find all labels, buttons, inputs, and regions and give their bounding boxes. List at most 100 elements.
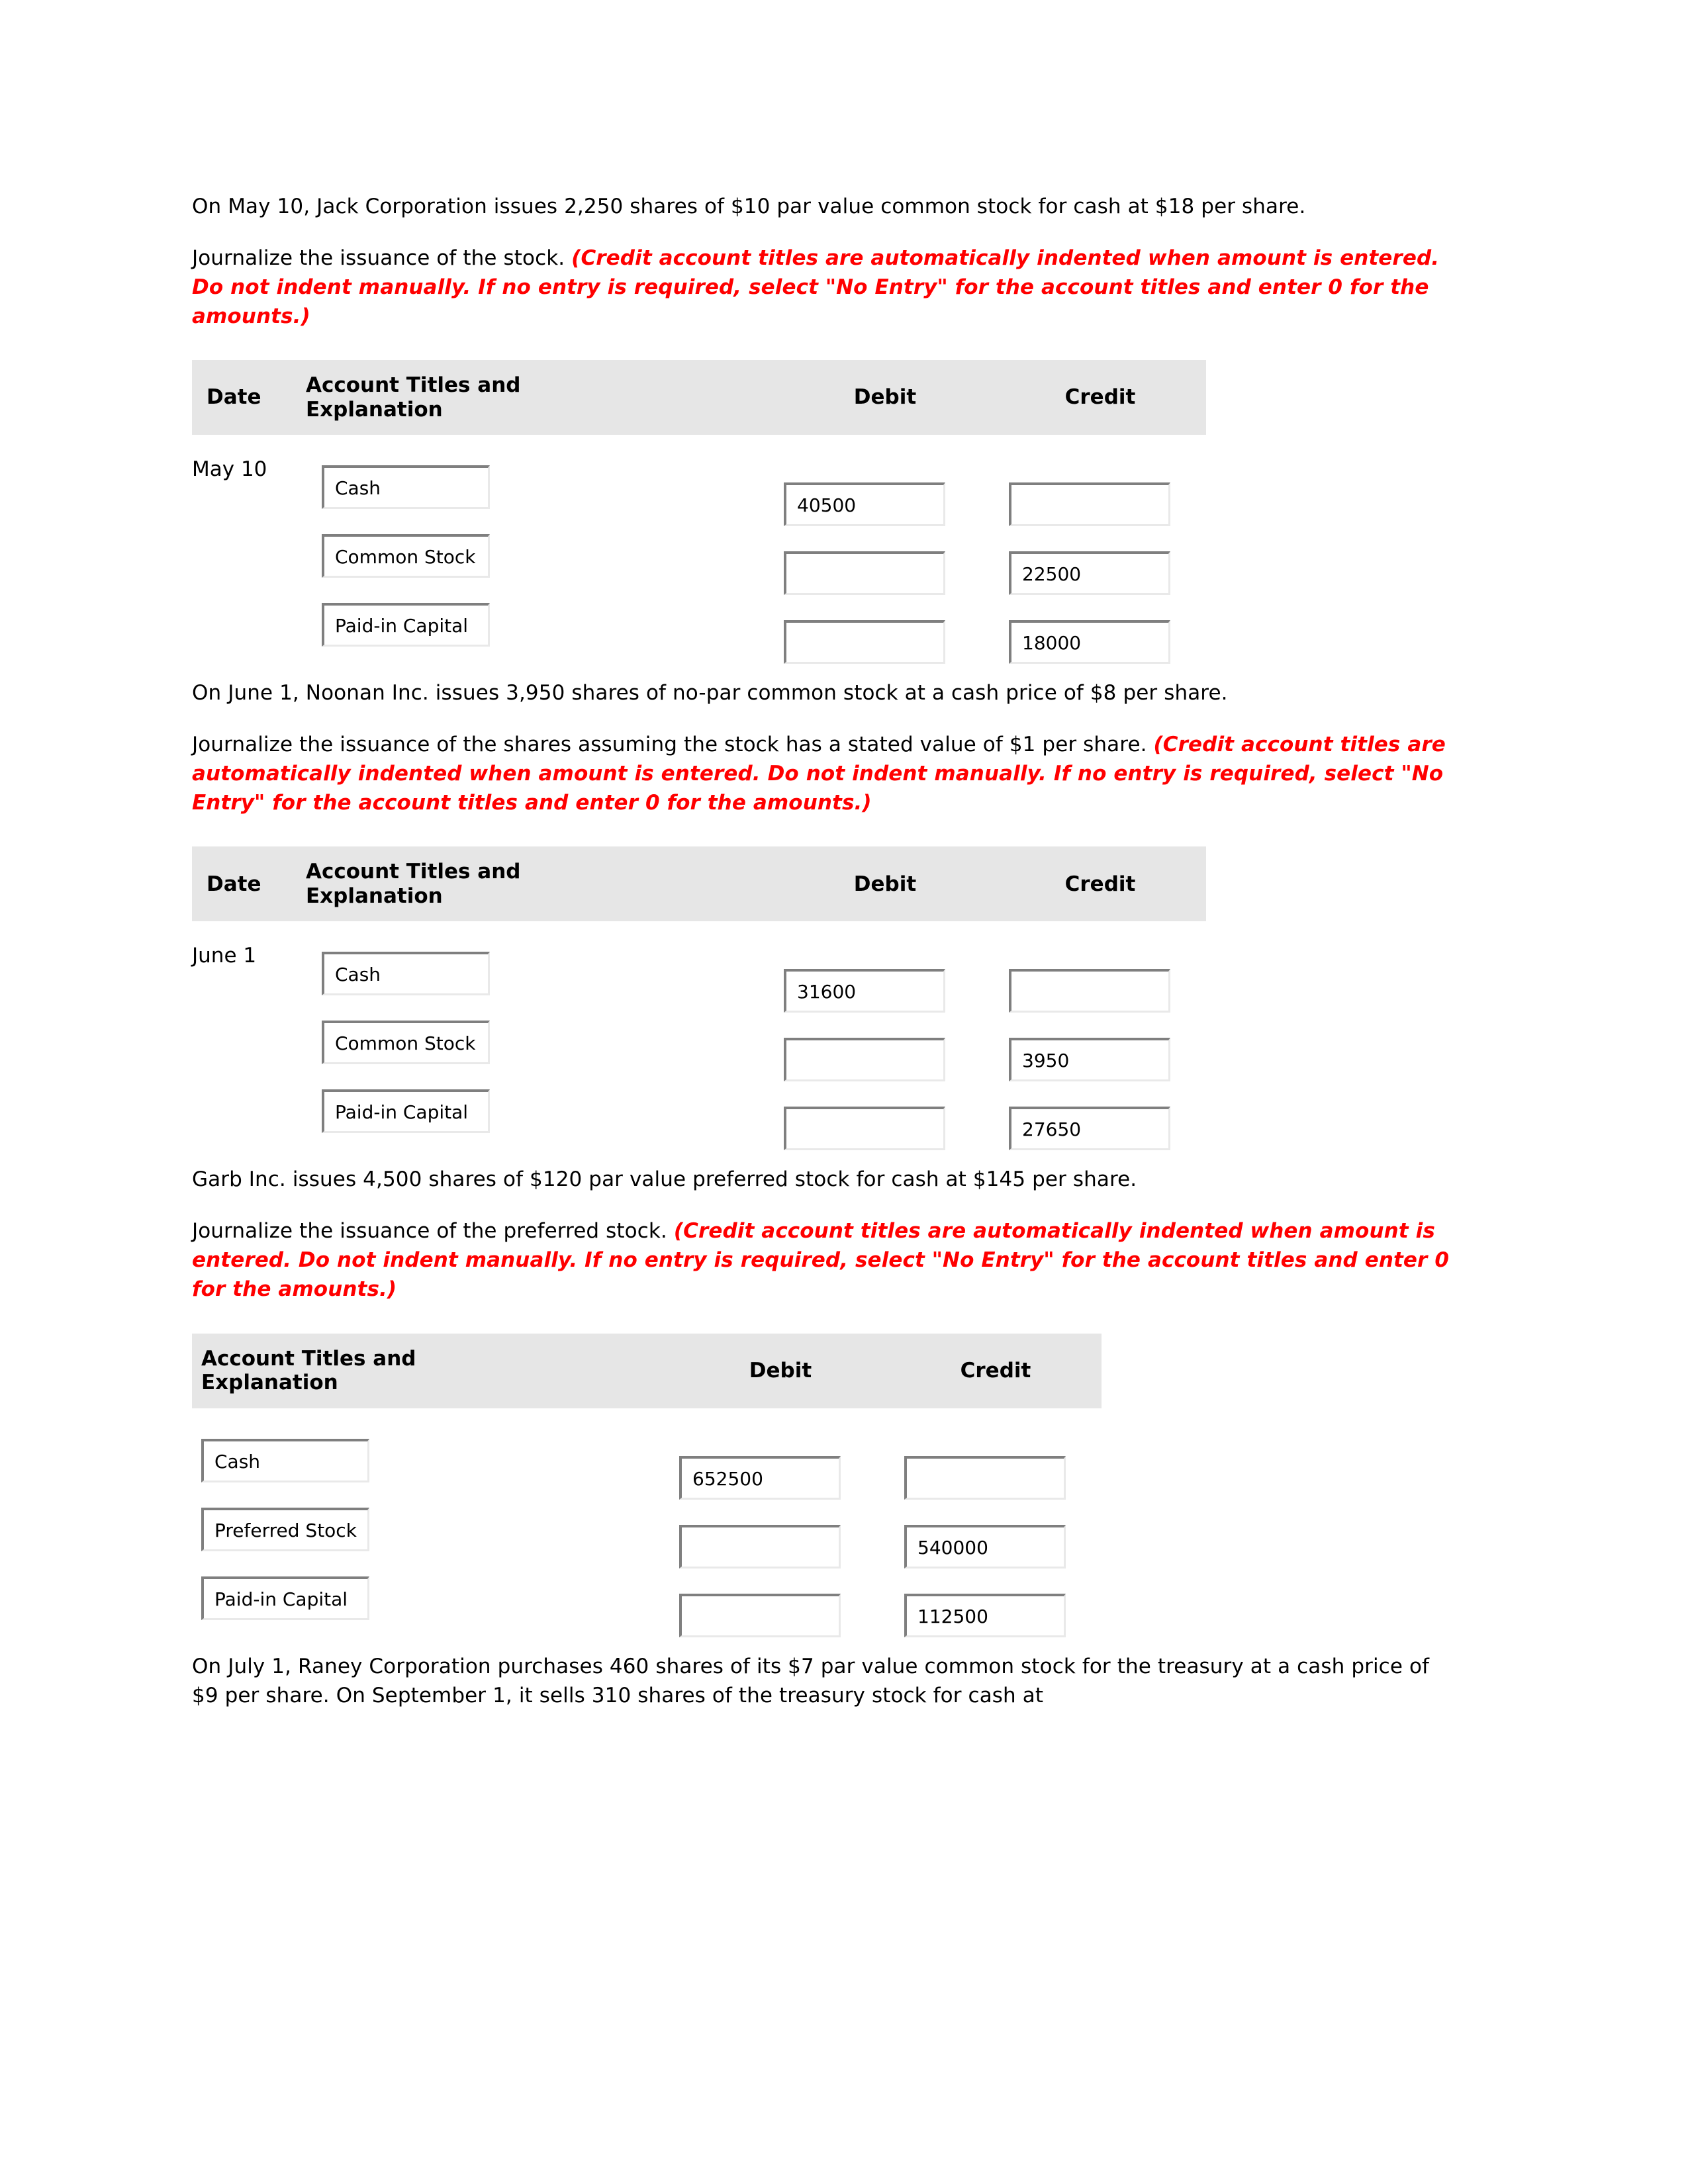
- account-title-select[interactable]: Cash: [322, 952, 490, 996]
- row-gap-cell: [604, 1081, 776, 1150]
- column-header-account: Account Titles and Explanation: [306, 360, 604, 435]
- row-account-cell: Common Stock: [306, 526, 604, 595]
- row-gap-cell: [604, 595, 776, 664]
- account-title-select[interactable]: Preferred Stock: [201, 1507, 369, 1551]
- journal-table-1: Date Account Titles and Explanation Debi…: [192, 360, 1206, 664]
- credit-input[interactable]: 3950: [1009, 1038, 1170, 1082]
- row-debit-cell: 31600: [776, 944, 994, 1013]
- spacer-row: [192, 921, 1206, 944]
- journal-table-3-body: Cash 652500 Preferred Stock 540000 Paid-…: [192, 1408, 1102, 1637]
- debit-input[interactable]: [784, 620, 945, 664]
- row-debit-cell: [776, 1013, 994, 1082]
- header-row: Date Account Titles and Explanation Debi…: [192, 360, 1206, 435]
- table-row: Common Stock 3950: [192, 1013, 1206, 1082]
- journal-table-3: Account Titles and Explanation Debit Cre…: [192, 1333, 1102, 1637]
- column-header-debit: Debit: [776, 360, 994, 435]
- row-account-cell: Cash: [306, 457, 604, 526]
- credit-input[interactable]: 112500: [904, 1593, 1066, 1637]
- credit-input[interactable]: [1009, 969, 1170, 1013]
- row-date: [192, 526, 306, 595]
- row-credit-cell: 18000: [994, 595, 1206, 664]
- table-row: June 1 Cash 31600: [192, 944, 1206, 1013]
- problem-2-instruction: Journalize the issuance of the shares as…: [192, 730, 1450, 817]
- row-gap-cell: [604, 526, 776, 595]
- table-row: Common Stock 22500: [192, 526, 1206, 596]
- column-header-date: Date: [192, 846, 306, 922]
- debit-input[interactable]: [784, 551, 945, 596]
- column-header-gap: [604, 846, 776, 922]
- journal-table-2-header: Date Account Titles and Explanation Debi…: [192, 846, 1206, 922]
- column-header-date: Date: [192, 360, 306, 435]
- row-debit-cell: [776, 595, 994, 664]
- row-gap-cell: [604, 1013, 776, 1081]
- problem-1-prompt: On May 10, Jack Corporation issues 2,250…: [192, 195, 1306, 218]
- row-account-cell: Paid-in Capital: [192, 1569, 499, 1637]
- row-date: [192, 1013, 306, 1081]
- column-header-debit: Debit: [671, 1333, 890, 1408]
- row-credit-cell: 3950: [994, 1013, 1206, 1082]
- footer-prompt: On July 1, Raney Corporation purchases 4…: [192, 1654, 1430, 1707]
- header-row: Account Titles and Explanation Debit Cre…: [192, 1333, 1102, 1408]
- column-header-gap: [499, 1333, 671, 1408]
- debit-input[interactable]: 40500: [784, 482, 945, 527]
- row-gap-cell: [604, 944, 776, 1013]
- column-header-gap: [604, 360, 776, 435]
- account-title-select[interactable]: Cash: [201, 1438, 369, 1482]
- account-title-select[interactable]: Paid-in Capital: [201, 1576, 369, 1620]
- credit-input[interactable]: [904, 1455, 1066, 1500]
- account-title-select[interactable]: Common Stock: [322, 534, 490, 578]
- row-account-cell: Paid-in Capital: [306, 1081, 604, 1150]
- table-row: Paid-in Capital 27650: [192, 1081, 1206, 1151]
- row-gap-cell: [604, 457, 776, 526]
- journal-table-1-body: May 10 Cash 40500 Common Stock 22500 Pai…: [192, 435, 1206, 664]
- header-row: Date Account Titles and Explanation Debi…: [192, 846, 1206, 922]
- debit-input[interactable]: [679, 1524, 841, 1569]
- debit-input[interactable]: 652500: [679, 1455, 841, 1500]
- row-debit-cell: [776, 1081, 994, 1151]
- spacer-row: [192, 1408, 1102, 1431]
- row-date: [192, 1081, 306, 1150]
- problem-3-prompt: Garb Inc. issues 4,500 shares of $120 pa…: [192, 1167, 1137, 1192]
- journal-table-2: Date Account Titles and Explanation Debi…: [192, 846, 1206, 1151]
- account-title-select[interactable]: Cash: [322, 465, 490, 510]
- column-header-account: Account Titles and Explanation: [306, 846, 604, 922]
- account-title-select[interactable]: Paid-in Capital: [322, 603, 490, 647]
- row-credit-cell: 112500: [890, 1569, 1102, 1637]
- problem-3-instruction: Journalize the issuance of the preferred…: [192, 1216, 1450, 1304]
- journal-table-3-header: Account Titles and Explanation Debit Cre…: [192, 1333, 1102, 1408]
- debit-input[interactable]: [784, 1038, 945, 1082]
- worksheet-page: On May 10, Jack Corporation issues 2,250…: [0, 0, 1688, 2184]
- problem-1-instruction: Journalize the issuance of the stock. (C…: [192, 244, 1450, 331]
- row-credit-cell: [994, 457, 1206, 527]
- column-header-credit: Credit: [994, 846, 1206, 922]
- credit-input[interactable]: 27650: [1009, 1107, 1170, 1151]
- table-row: Preferred Stock 540000: [192, 1500, 1102, 1569]
- account-title-select[interactable]: Common Stock: [322, 1021, 490, 1065]
- row-credit-cell: [994, 944, 1206, 1013]
- column-header-credit: Credit: [994, 360, 1206, 435]
- account-title-select[interactable]: Paid-in Capital: [322, 1089, 490, 1134]
- row-debit-cell: 40500: [776, 457, 994, 527]
- credit-input[interactable]: [1009, 482, 1170, 527]
- debit-input[interactable]: [679, 1593, 841, 1637]
- row-credit-cell: 540000: [890, 1500, 1102, 1569]
- table-row: Paid-in Capital 112500: [192, 1569, 1102, 1637]
- row-account-cell: Paid-in Capital: [306, 595, 604, 664]
- row-account-cell: Preferred Stock: [192, 1500, 499, 1569]
- debit-input[interactable]: [784, 1107, 945, 1151]
- credit-input[interactable]: 22500: [1009, 551, 1170, 596]
- credit-input[interactable]: 540000: [904, 1524, 1066, 1569]
- credit-input[interactable]: 18000: [1009, 620, 1170, 664]
- row-debit-cell: [671, 1500, 890, 1569]
- problem-1-instruction-plain: Journalize the issuance of the stock.: [192, 246, 572, 271]
- row-gap-cell: [499, 1431, 671, 1500]
- debit-input[interactable]: 31600: [784, 969, 945, 1013]
- column-header-credit: Credit: [890, 1333, 1102, 1408]
- row-debit-cell: [671, 1569, 890, 1637]
- row-debit-cell: [776, 526, 994, 596]
- table-row: Cash 652500: [192, 1431, 1102, 1500]
- problem-2-prompt: On June 1, Noonan Inc. issues 3,950 shar…: [192, 681, 1228, 705]
- column-header-account: Account Titles and Explanation: [192, 1333, 499, 1408]
- row-date: [192, 595, 306, 664]
- row-gap-cell: [499, 1500, 671, 1569]
